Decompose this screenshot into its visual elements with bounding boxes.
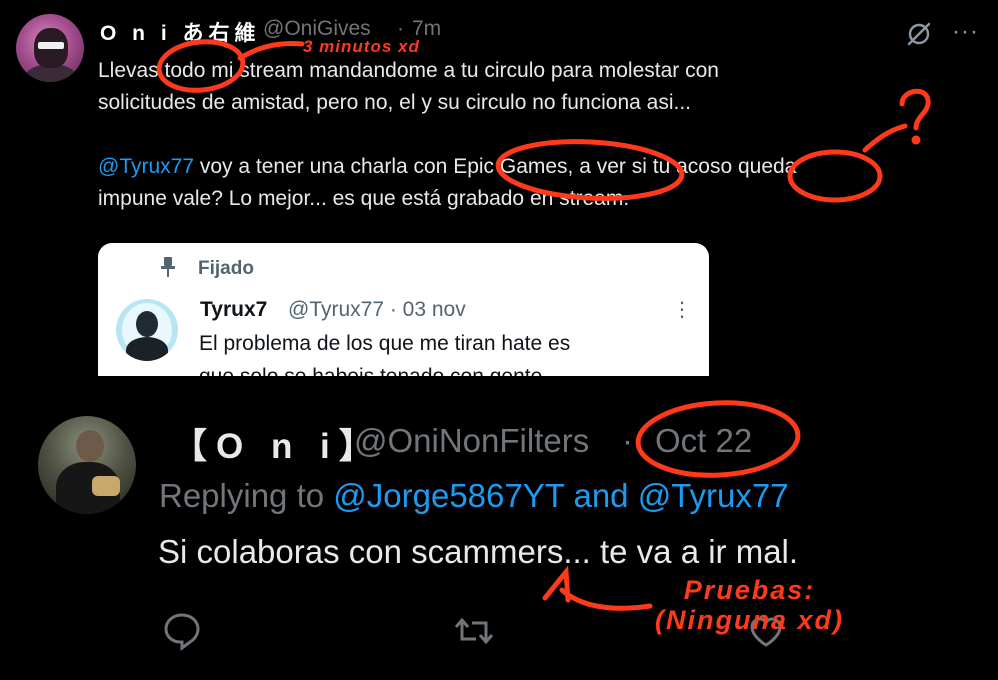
display-name[interactable]: 【O n i】 xyxy=(172,418,383,469)
avatar[interactable] xyxy=(116,299,178,361)
separator: · xyxy=(622,422,633,459)
quoted-text: El problema de los que me tiran hate es xyxy=(199,332,571,355)
pinned-label: Fijado xyxy=(198,258,254,279)
tweet-line: Llevas todo mi stream mandandome a tu ci… xyxy=(98,59,719,82)
avatar[interactable] xyxy=(16,14,84,82)
display-name[interactable]: O n i あ右維 xyxy=(100,17,261,47)
more-icon[interactable]: ··· xyxy=(952,18,979,46)
replying-prefix: Replying to xyxy=(159,477,334,514)
mention-link[interactable]: @Tyrux77 xyxy=(98,155,194,178)
more-vertical-icon[interactable]: ⋮ xyxy=(672,297,692,322)
handle[interactable]: @OniNonFilters xyxy=(354,422,589,460)
tweet-text: Si colaboras con scammers... te va a ir … xyxy=(158,533,799,570)
retweet-icon[interactable] xyxy=(452,609,496,653)
grok-icon[interactable] xyxy=(905,20,933,48)
quoted-text: que solo se habeis tenado con gente xyxy=(199,365,542,376)
tweet-line: @Tyrux77 voy a tener una charla con Epic… xyxy=(98,151,968,183)
annotation-note: 3 minutos xd xyxy=(303,37,420,56)
annotation-line: Pruebas: xyxy=(683,575,816,605)
display-name[interactable]: Tyrux7 xyxy=(200,298,267,322)
tweet-line: impune vale? Lo mejor... es que está gra… xyxy=(98,187,630,210)
handle[interactable]: @Tyrux77 · 03 nov xyxy=(288,298,466,322)
tweet-line-rest: voy a tener una charla con Epic Games, a… xyxy=(194,155,797,178)
tweet-line: solicitudes de amistad, pero no, el y su… xyxy=(98,91,691,114)
timestamp[interactable]: Oct 22 xyxy=(655,422,752,460)
quoted-tweet-card[interactable]: Fijado Tyrux7 @Tyrux77 · 03 nov ⋮ El pro… xyxy=(98,243,709,376)
annotation-line: (Ninguna xd) xyxy=(655,605,844,635)
avatar[interactable] xyxy=(38,416,136,514)
tweet-text: Llevas todo mi stream mandandome a tu ci… xyxy=(98,55,968,215)
annotation-note: Pruebas: (Ninguna xd) xyxy=(655,575,844,635)
pin-icon xyxy=(161,257,175,277)
reply-icon[interactable] xyxy=(160,609,204,653)
mention-link[interactable]: @Jorge5867YT and @Tyrux77 xyxy=(333,477,788,514)
replying-to: Replying to @Jorge5867YT and @Tyrux77 xyxy=(159,477,789,515)
